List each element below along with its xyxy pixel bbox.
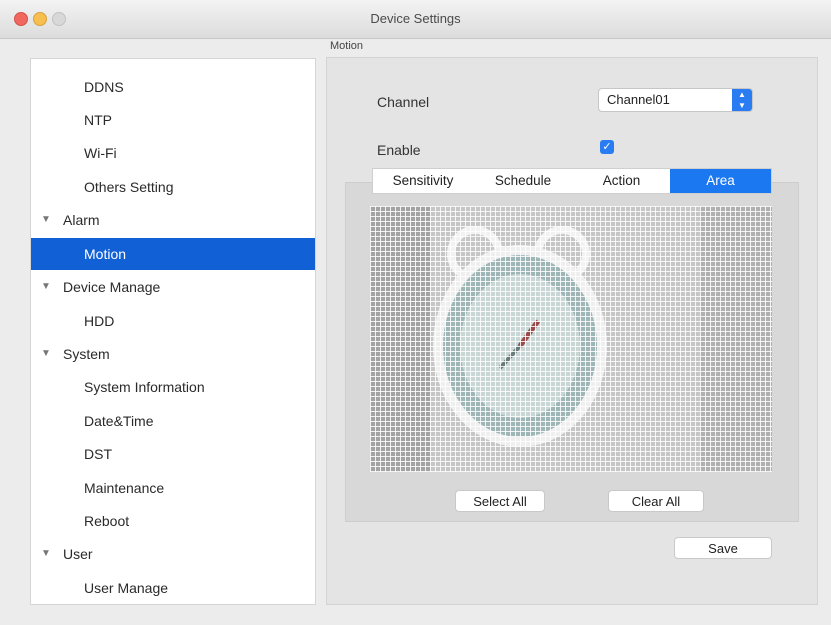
device-settings-window: Device Settings DDNS NTP Wi-Fi Others Se… <box>0 0 831 625</box>
chevron-updown-icon[interactable]: ▲ ▼ <box>732 89 752 111</box>
sidebar-item-date-time[interactable]: Date&Time <box>31 405 315 437</box>
sidebar-item-label: Reboot <box>84 513 130 529</box>
disclosure-triangle-icon[interactable]: ▼ <box>41 271 51 303</box>
sidebar-item-label: DST <box>84 446 112 462</box>
disclosure-triangle-icon[interactable]: ▼ <box>41 538 51 570</box>
sidebar-item-label: Maintenance <box>84 480 165 496</box>
sidebar-item-wifi[interactable]: Wi-Fi <box>31 137 315 169</box>
settings-tabbar: Sensitivity Schedule Action Area <box>372 168 772 194</box>
sidebar-item-label: Alarm <box>63 212 100 228</box>
title-bar: Device Settings <box>0 0 831 39</box>
channel-select[interactable]: Channel01 ▲ ▼ <box>598 88 753 112</box>
checkmark-icon: ✓ <box>602 141 612 153</box>
sidebar-group-alarm[interactable]: ▼ Alarm <box>31 204 315 236</box>
disclosure-triangle-icon[interactable]: ▼ <box>41 338 51 370</box>
enable-checkbox[interactable]: ✓ <box>600 140 614 154</box>
sidebar-item-label: User Manage <box>84 580 169 596</box>
select-all-button[interactable]: Select All <box>455 490 545 512</box>
sidebar-item-others-setting[interactable]: Others Setting <box>31 171 315 203</box>
enable-label: Enable <box>377 142 421 158</box>
sidebar-item-label: Wi-Fi <box>84 145 117 161</box>
sidebar-item-maintenance[interactable]: Maintenance <box>31 472 315 504</box>
sidebar-item-motion[interactable]: Motion <box>31 238 315 270</box>
tab-area[interactable]: Area <box>670 169 771 193</box>
sidebar-item-label: Date&Time <box>84 413 154 429</box>
sidebar-item-label: DDNS <box>84 79 124 95</box>
area-grid-overlay <box>370 206 772 472</box>
sidebar-item-hdd[interactable]: HDD <box>31 305 315 337</box>
save-button[interactable]: Save <box>674 537 772 559</box>
sidebar-item-dst[interactable]: DST <box>31 438 315 470</box>
tab-sensitivity[interactable]: Sensitivity <box>373 169 473 193</box>
sidebar-group-user[interactable]: ▼ User <box>31 538 315 570</box>
sidebar-item-label: User <box>63 546 93 562</box>
sidebar-item-label: System Information <box>84 379 205 395</box>
sidebar-item-system-information[interactable]: System Information <box>31 371 315 403</box>
sidebar-item-label: Device Manage <box>63 279 161 295</box>
sidebar-item-ntp[interactable]: NTP <box>31 104 315 136</box>
disclosure-triangle-icon[interactable]: ▼ <box>41 204 51 236</box>
tab-schedule[interactable]: Schedule <box>473 169 573 193</box>
settings-sidebar: DDNS NTP Wi-Fi Others Setting ▼ Alarm Mot… <box>30 58 316 605</box>
section-title: Motion <box>330 40 364 52</box>
sidebar-item-reboot[interactable]: Reboot <box>31 505 315 537</box>
window-title: Device Settings <box>370 11 461 26</box>
sidebar-item-label: Others Setting <box>84 179 174 195</box>
sidebar-item-label: NTP <box>84 112 112 128</box>
channel-select-value: Channel01 <box>607 92 670 107</box>
sidebar-item-user-manage[interactable]: User Manage <box>31 572 315 604</box>
sidebar-item-label: Motion <box>84 246 127 262</box>
sidebar-group-system[interactable]: ▼ System <box>31 338 315 370</box>
sidebar-item-label: HDD <box>84 313 115 329</box>
sidebar-item-label: System <box>63 346 110 362</box>
clear-all-button[interactable]: Clear All <box>608 490 704 512</box>
tab-action[interactable]: Action <box>573 169 670 193</box>
sidebar-group-device-manage[interactable]: ▼ Device Manage <box>31 271 315 303</box>
motion-area-grid[interactable] <box>370 206 772 472</box>
sidebar-item-ddns[interactable]: DDNS <box>31 71 315 103</box>
channel-label: Channel <box>377 94 430 110</box>
